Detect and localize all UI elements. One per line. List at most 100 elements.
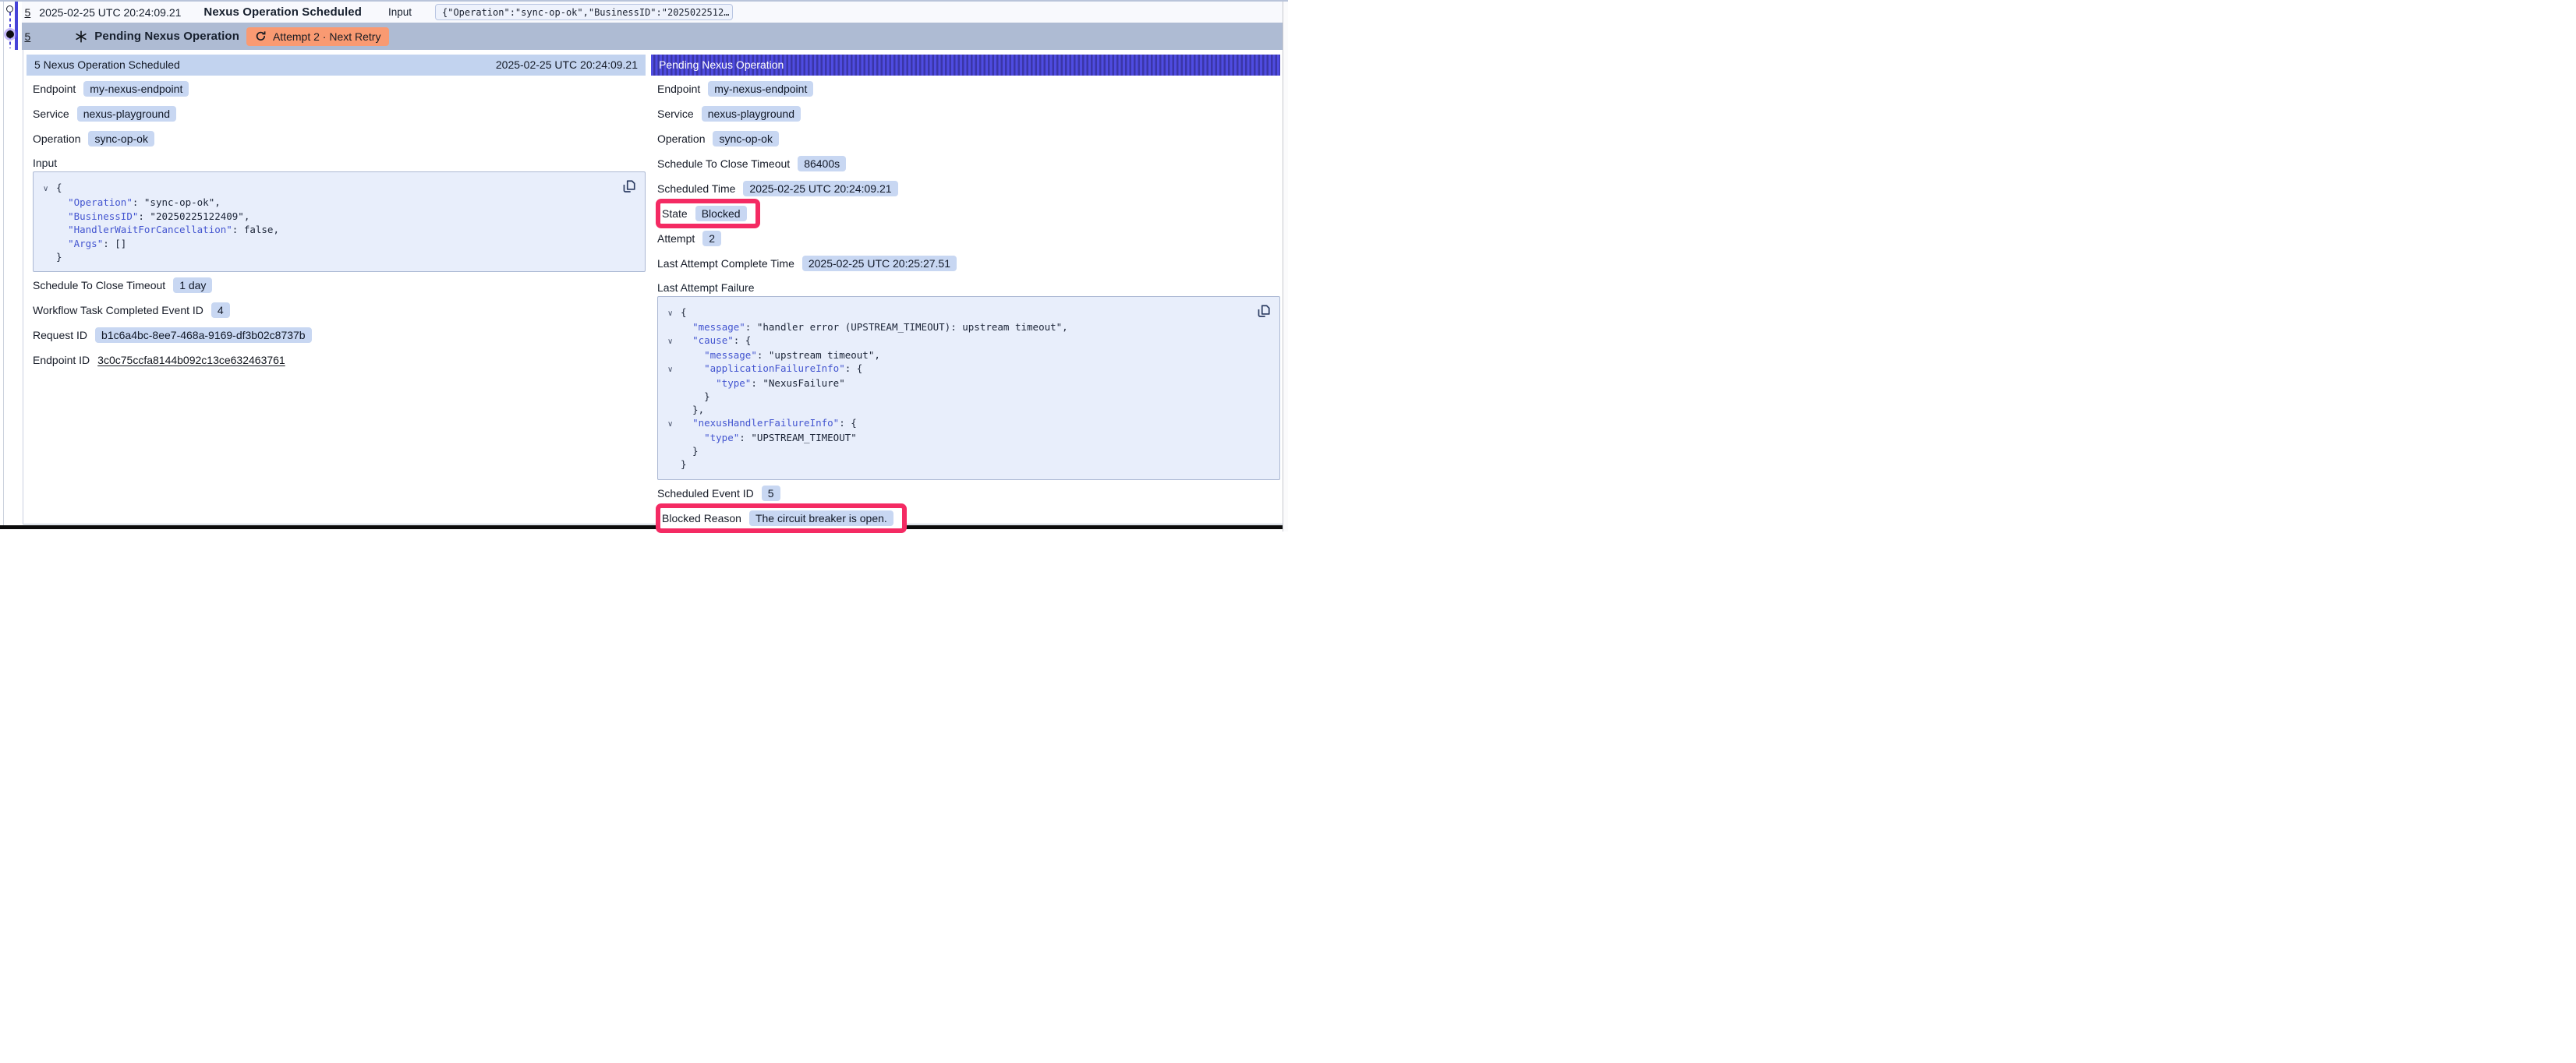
annotation-highlight-box: Blocked ReasonThe circuit breaker is ope… (656, 503, 907, 533)
field-row: Operation sync-op-ok (657, 130, 1280, 147)
event-panel-title: 5 Nexus Operation Scheduled (34, 58, 180, 71)
collapse-chevron-icon[interactable]: ∨ (667, 362, 681, 376)
code-line: } (667, 390, 1270, 403)
code-gutter (667, 403, 681, 416)
code-text: "cause": { (681, 334, 751, 348)
pending-asterisk-icon (75, 30, 87, 43)
field-row: Scheduled Event ID 5 (657, 485, 1280, 502)
field-row: Blocked ReasonThe circuit breaker is ope… (657, 510, 1280, 527)
field-value-badge: 5 (762, 486, 780, 501)
code-line: } (667, 457, 1270, 471)
input-json-viewer: ∨{ "Operation": "sync-op-ok", "BusinessI… (33, 171, 646, 272)
event-title: Nexus Operation Scheduled (203, 5, 362, 19)
field-label: Blocked Reason (662, 512, 741, 524)
event-time: 2025-02-25 UTC 20:24:09.21 (39, 6, 181, 19)
field-row: Operationsync-op-ok (33, 130, 646, 147)
event-input-preview-badge[interactable]: {"Operation":"sync-op-ok","BusinessID":"… (435, 4, 733, 20)
code-line: ∨ "cause": { (667, 334, 1270, 348)
code-line: "message": "handler error (UPSTREAM_TIME… (667, 320, 1270, 334)
failure-json-viewer: ∨{ "message": "handler error (UPSTREAM_T… (657, 296, 1280, 480)
field-value-link[interactable]: 3c0c75ccfa8144b092c13ce632463761 (97, 354, 285, 366)
input-section-label: Input (33, 157, 646, 171)
event-panel-header: 5 Nexus Operation Scheduled 2025-02-25 U… (27, 55, 646, 76)
code-text: "type": "NexusFailure" (681, 376, 845, 390)
field-value-badge: 4 (211, 302, 230, 318)
field-value-badge: b1c6a4bc-8ee7-468a-9169-df3b02c8737b (95, 327, 312, 343)
code-text: } (681, 444, 699, 457)
code-text: "message": "upstream timeout", (681, 348, 880, 362)
collapse-chevron-icon[interactable]: ∨ (43, 181, 56, 196)
code-text: "Operation": "sync-op-ok", (56, 196, 221, 210)
copy-icon[interactable] (622, 179, 636, 193)
code-gutter (667, 320, 681, 334)
history-row-pending[interactable]: 5 Pending Nexus Operation Attempt 2 · Ne… (22, 23, 1283, 50)
field-row: Last Attempt Complete Time2025-02-25 UTC… (657, 255, 1280, 272)
field-value-badge: my-nexus-endpoint (708, 81, 813, 97)
field-row: Endpoint ID 3c0c75ccfa8144b092c13ce632463… (33, 351, 646, 369)
field-row: Endpointmy-nexus-endpoint (657, 80, 1280, 97)
code-text: "Args": [] (56, 237, 126, 251)
field-value-badge: Blocked (695, 206, 747, 221)
code-line: } (667, 444, 1270, 457)
code-text: "nexusHandlerFailureInfo": { (681, 416, 857, 431)
event-id-link[interactable]: 5 (25, 6, 31, 19)
code-gutter (667, 444, 681, 457)
event-input-label: Input (388, 6, 412, 18)
code-text: "HandlerWaitForCancellation": false, (56, 223, 279, 237)
field-label: Workflow Task Completed Event ID (33, 304, 203, 316)
field-value-badge: sync-op-ok (713, 131, 778, 147)
code-gutter (667, 431, 681, 444)
field-label: Operation (657, 132, 705, 145)
field-label: Scheduled Event ID (657, 487, 754, 500)
field-row: Schedule To Close Timeout 86400s (657, 155, 1280, 172)
code-text: } (681, 457, 687, 471)
code-gutter (667, 348, 681, 362)
field-label: Scheduled Time (657, 182, 735, 195)
timeline-active-dot-icon (6, 30, 14, 38)
code-line: ∨ "applicationFailureInfo": { (667, 362, 1270, 376)
retry-badge-label: Attempt 2 · Next Retry (273, 30, 380, 43)
field-row: Attempt 2 (657, 230, 1280, 247)
top-border (0, 0, 1288, 2)
collapse-chevron-icon[interactable]: ∨ (667, 334, 681, 348)
code-line: "Operation": "sync-op-ok", (43, 196, 635, 210)
field-row: Service nexus-playground (657, 105, 1280, 122)
code-gutter (667, 376, 681, 390)
code-line: "Args": [] (43, 237, 635, 251)
field-label: Service (33, 108, 69, 120)
code-line: "HandlerWaitForCancellation": false, (43, 223, 635, 237)
code-gutter (43, 223, 56, 237)
code-text: { (681, 305, 687, 320)
field-value-badge: 86400s (798, 156, 846, 171)
field-label: Service (657, 108, 694, 120)
code-line: "message": "upstream timeout", (667, 348, 1270, 362)
field-value-badge: nexus-playground (702, 106, 801, 122)
pending-title: Pending Nexus Operation (94, 30, 239, 43)
field-row: Request IDb1c6a4bc-8ee7-468a-9169-df3b02… (33, 327, 646, 344)
field-value-badge: 2025-02-25 UTC 20:24:09.21 (743, 181, 897, 196)
code-text: } (56, 250, 62, 264)
code-gutter (667, 390, 681, 403)
code-line: "BusinessID": "20250225122409", (43, 210, 635, 224)
scrollbar[interactable] (1283, 0, 1288, 532)
pending-panel-title: Pending Nexus Operation (659, 58, 784, 71)
field-label: Schedule To Close Timeout (657, 157, 790, 170)
field-label: Endpoint ID (33, 354, 90, 366)
history-row-event[interactable]: 5 2025-02-25 UTC 20:24:09.21 Nexus Opera… (22, 2, 1283, 23)
code-line: } (43, 250, 635, 264)
collapse-chevron-icon[interactable]: ∨ (667, 305, 681, 320)
collapse-chevron-icon[interactable]: ∨ (667, 416, 681, 431)
code-gutter (43, 237, 56, 251)
code-text: }, (681, 403, 704, 416)
pending-id-link[interactable]: 5 (25, 30, 31, 43)
code-text: "type": "UPSTREAM_TIMEOUT" (681, 431, 857, 444)
field-label: Last Attempt Complete Time (657, 257, 794, 270)
code-line: "type": "NexusFailure" (667, 376, 1270, 390)
field-label: Attempt (657, 232, 695, 245)
copy-icon[interactable] (1257, 304, 1271, 318)
code-line: ∨{ (43, 181, 635, 196)
field-value-badge: nexus-playground (77, 106, 176, 122)
field-value-badge: 2 (702, 231, 721, 246)
code-text: } (681, 390, 710, 403)
timeline-rail (3, 0, 4, 526)
